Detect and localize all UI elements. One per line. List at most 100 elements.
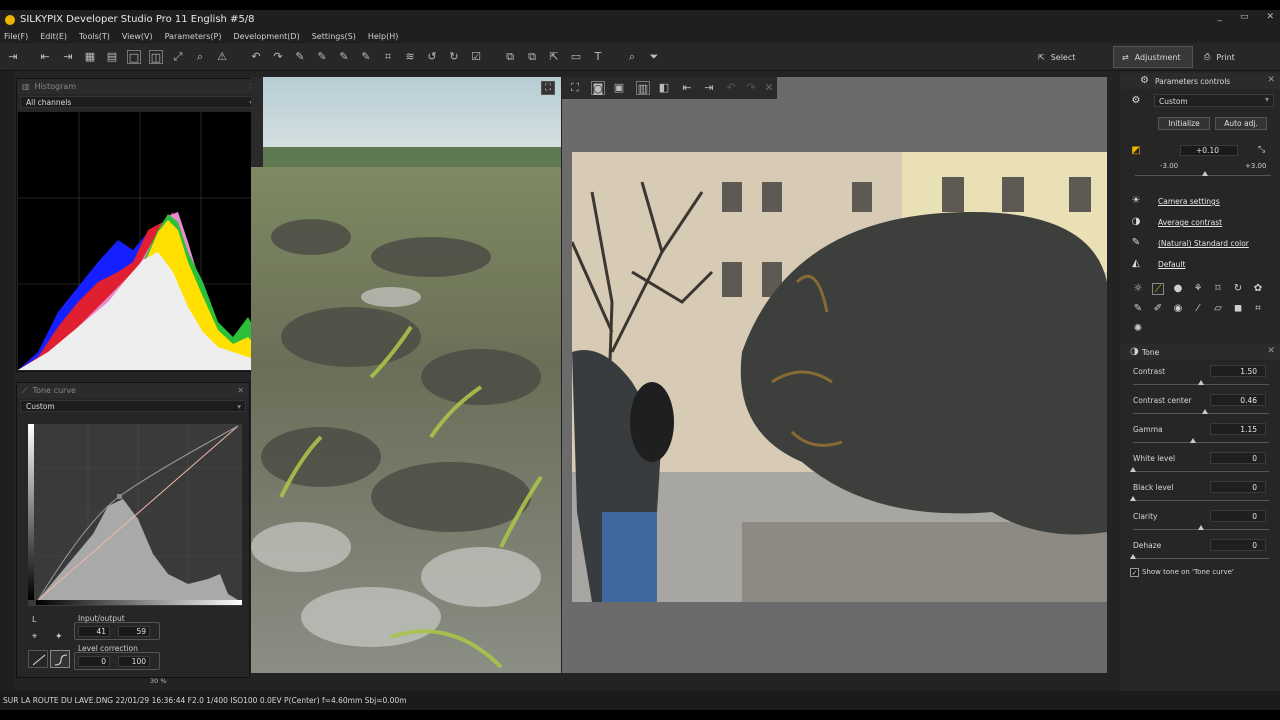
viewer-redo-icon[interactable]: ↷ bbox=[744, 81, 758, 95]
contrast-preset-link[interactable]: Average contrast bbox=[1158, 218, 1222, 227]
menu-help[interactable]: Help(H) bbox=[368, 32, 399, 41]
tone-curve-preset-select[interactable]: Custom bbox=[20, 400, 246, 412]
rotate-right-icon[interactable]: ↻ bbox=[447, 50, 461, 64]
output-field[interactable]: 59 bbox=[118, 626, 150, 637]
close-button[interactable]: ✕ bbox=[1266, 12, 1274, 22]
exposure-thumb[interactable] bbox=[1202, 171, 1209, 176]
extra-tool-icon[interactable]: ✺ bbox=[1132, 323, 1144, 335]
eye-tool-icon[interactable]: ◉ bbox=[1172, 303, 1184, 315]
prev-image-icon[interactable]: ⇤ bbox=[38, 50, 52, 64]
zoom-indicator[interactable]: 30 % bbox=[150, 677, 167, 685]
level-low-field[interactable]: 0 bbox=[78, 656, 110, 667]
tone-slider-track[interactable] bbox=[1133, 558, 1269, 559]
left-image-viewer[interactable]: ⛶ bbox=[251, 77, 561, 673]
spline-curve-button[interactable] bbox=[50, 650, 70, 668]
rotate-tool-icon[interactable]: ↻ bbox=[1232, 283, 1244, 295]
zoom-100-icon[interactable]: ▣ bbox=[612, 81, 626, 95]
tone-curve-close-icon[interactable]: ✕ bbox=[237, 386, 244, 395]
rotate-left-icon[interactable]: ↺ bbox=[425, 50, 439, 64]
histogram-channel-select[interactable]: All channels bbox=[20, 96, 258, 108]
parameters-preset-select[interactable]: Custom bbox=[1154, 94, 1274, 107]
single-view-icon[interactable]: □ bbox=[127, 50, 141, 64]
tone-tool-icon[interactable]: ⟋ bbox=[1152, 283, 1164, 295]
pen-icon[interactable]: ✎ bbox=[359, 50, 373, 64]
menu-settings[interactable]: Settings(S) bbox=[312, 32, 356, 41]
tone-slider-track[interactable] bbox=[1133, 442, 1269, 443]
tone-slider-value-field[interactable]: 0 bbox=[1210, 539, 1266, 551]
tone-slider-value-field[interactable]: 0.46 bbox=[1210, 394, 1266, 406]
viewer-close-icon[interactable]: ✕ bbox=[762, 81, 776, 95]
prev-compare-icon[interactable]: ⇤ bbox=[680, 81, 694, 95]
export-icon[interactable]: ⇱ bbox=[547, 50, 561, 64]
transform-icon[interactable]: ⌗ bbox=[381, 50, 395, 64]
thumbnail-grid-icon[interactable]: ▦ bbox=[83, 50, 97, 64]
sharpness-preset-link[interactable]: Default bbox=[1158, 260, 1185, 269]
linear-curve-button[interactable] bbox=[28, 650, 48, 668]
detail-tool-icon[interactable]: ⌑ bbox=[1212, 283, 1224, 295]
tone-curve-graph[interactable] bbox=[28, 424, 242, 606]
filmstrip-icon[interactable]: ▤ bbox=[105, 50, 119, 64]
eyedropper-icon[interactable]: ⌖ bbox=[32, 632, 37, 642]
zoom-fit-icon[interactable]: ◙ bbox=[591, 81, 605, 95]
tone-slider-thumb[interactable] bbox=[1130, 496, 1136, 501]
color-tool-icon[interactable]: ● bbox=[1172, 283, 1184, 295]
zoom-icon[interactable]: ⌕ bbox=[193, 50, 207, 64]
menu-parameters[interactable]: Parameters(P) bbox=[165, 32, 222, 41]
fit-view-icon[interactable]: ⛶ bbox=[541, 81, 555, 95]
search-icon[interactable]: ⌕ bbox=[625, 50, 639, 64]
crop-tool-icon[interactable]: ⌗ bbox=[1252, 303, 1264, 315]
warning-icon[interactable]: ⚠ bbox=[215, 50, 229, 64]
tone-slider-thumb[interactable] bbox=[1198, 380, 1204, 385]
menu-tools[interactable]: Tools(T) bbox=[79, 32, 110, 41]
compare-view-icon[interactable]: ◫ bbox=[149, 50, 163, 64]
tone-slider-thumb[interactable] bbox=[1202, 409, 1209, 414]
batch-icon[interactable]: ⧉ bbox=[525, 50, 539, 64]
next-compare-icon[interactable]: ⇥ bbox=[702, 81, 716, 95]
tone-slider-track[interactable] bbox=[1133, 413, 1269, 414]
tone-slider-track[interactable] bbox=[1133, 471, 1269, 472]
color-preset-link[interactable]: (Natural) Standard color bbox=[1158, 239, 1249, 248]
tone-slider-thumb[interactable] bbox=[1130, 467, 1136, 472]
restore-button[interactable]: ▭ bbox=[1240, 12, 1249, 22]
tone-slider-value-field[interactable]: 1.15 bbox=[1210, 423, 1266, 435]
develop-icon[interactable]: ⧉ bbox=[503, 50, 517, 64]
tone-slider-value-field[interactable]: 1.50 bbox=[1210, 365, 1266, 377]
left-collapse-strip[interactable] bbox=[0, 71, 14, 691]
menu-file[interactable]: File(F) bbox=[4, 32, 28, 41]
stamp-tool-icon[interactable]: ◼ bbox=[1232, 303, 1244, 315]
parameters-close-icon[interactable]: ✕ bbox=[1267, 75, 1275, 85]
brush-icon[interactable]: ✎ bbox=[337, 50, 351, 64]
next-image-icon[interactable]: ⇥ bbox=[61, 50, 75, 64]
copy-params-icon[interactable]: ✎ bbox=[293, 50, 307, 64]
auto-adjust-button[interactable]: Auto adj. bbox=[1215, 117, 1267, 130]
pen-tool-icon[interactable]: ✐ bbox=[1152, 303, 1164, 315]
fullscreen-icon[interactable]: ⤢ bbox=[171, 50, 185, 64]
check-icon[interactable]: ☑ bbox=[469, 50, 483, 64]
filter-icon[interactable]: ⏷ bbox=[647, 50, 661, 64]
initialize-button[interactable]: Initialize bbox=[1158, 117, 1210, 130]
minimize-button[interactable]: _ bbox=[1217, 12, 1222, 22]
lens-tool-icon[interactable]: ✿ bbox=[1252, 283, 1264, 295]
menu-edit[interactable]: Edit(E) bbox=[40, 32, 67, 41]
tone-slider-value-field[interactable]: 0 bbox=[1210, 481, 1266, 493]
select-mode-button[interactable]: ⇱ Select bbox=[1030, 46, 1083, 68]
exposure-field[interactable]: +0.10 bbox=[1180, 145, 1238, 156]
tone-curve-channel-select[interactable]: L bbox=[32, 615, 36, 624]
tone-slider-track[interactable] bbox=[1133, 500, 1269, 501]
text-tool-icon[interactable]: T bbox=[591, 50, 605, 64]
show-tone-checkbox[interactable]: ✓ bbox=[1130, 568, 1139, 577]
split-view-icon[interactable]: ▥ bbox=[636, 81, 650, 95]
compare-icon[interactable]: ◧ bbox=[657, 81, 671, 95]
import-icon[interactable]: ⇥ bbox=[6, 50, 20, 64]
tone-slider-value-field[interactable]: 0 bbox=[1210, 510, 1266, 522]
camera-settings-link[interactable]: Camera settings bbox=[1158, 197, 1220, 206]
tone-close-icon[interactable]: ✕ bbox=[1267, 346, 1275, 356]
input-field[interactable]: 41 bbox=[78, 626, 110, 637]
wb-tool-icon[interactable]: ⚘ bbox=[1192, 283, 1204, 295]
layers-icon[interactable]: ≋ bbox=[403, 50, 417, 64]
light-tool-icon[interactable]: ☼ bbox=[1132, 283, 1144, 295]
adjustment-mode-button[interactable]: ⇄ Adjustment bbox=[1113, 46, 1193, 68]
viewer-undo-icon[interactable]: ↶ bbox=[724, 81, 738, 95]
tone-slider-value-field[interactable]: 0 bbox=[1210, 452, 1266, 464]
redo-icon[interactable]: ↷ bbox=[271, 50, 285, 64]
